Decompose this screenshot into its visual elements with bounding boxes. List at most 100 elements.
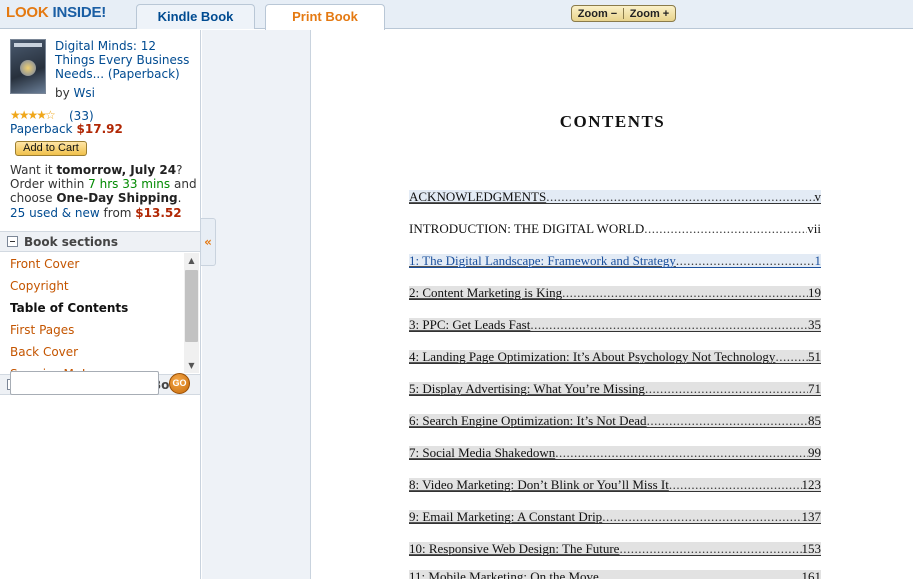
toc-entry-title: 11: Mobile Marketing: On the Move [409, 569, 599, 579]
toc-entry-page: 123 [801, 477, 822, 492]
toc-leader-dots [645, 382, 808, 396]
toc-row[interactable]: 9: Email Marketing: A Constant Drip 137 [409, 510, 821, 524]
book-sections-list: Front Cover Copyright Table of Contents … [0, 253, 184, 373]
add-to-cart-button[interactable]: Add to Cart [15, 141, 87, 156]
format-price: Paperback $17.92 [10, 122, 123, 136]
scroll-up-arrow-icon[interactable]: ▲ [184, 253, 199, 268]
toc-entry-page: 137 [801, 509, 822, 524]
toc-entry-page: 51 [808, 349, 821, 364]
book-sections-title: Book sections [24, 235, 118, 249]
author-link[interactable]: Wsi [74, 86, 95, 100]
logo-inside: INSIDE! [52, 4, 107, 21]
price: $17.92 [76, 122, 123, 136]
review-count-link[interactable]: (33) [69, 109, 94, 123]
toc-leader-dots [530, 318, 808, 332]
sections-scrollbar[interactable]: ▲ ▼ [184, 253, 199, 373]
toc-entry-title: INTRODUCTION: THE DIGITAL WORLD [409, 221, 645, 236]
toc-entry-page: 161 [801, 569, 822, 579]
toc-row[interactable]: 11: Mobile Marketing: On the Move 161 [409, 570, 821, 579]
section-first-pages[interactable]: First Pages [0, 319, 184, 341]
toc-row[interactable]: 8: Video Marketing: Don’t Blink or You’l… [409, 478, 821, 492]
toc-leader-dots [647, 414, 808, 428]
toc-leader-dots [602, 510, 801, 524]
search-inside-input[interactable] [10, 371, 159, 395]
toc-entry-page: 153 [801, 541, 822, 556]
tab-print-book[interactable]: Print Book [265, 4, 385, 30]
toc-leader-dots [676, 254, 815, 268]
toc-entry-page: 19 [808, 285, 821, 300]
toc-entry-page: v [814, 189, 822, 204]
toc-leader-dots [644, 222, 807, 236]
toc-entry-title: 8: Video Marketing: Don’t Blink or You’l… [409, 477, 669, 492]
viewer-gutter [202, 30, 311, 579]
book-title-link[interactable]: Digital Minds: 12 Things Every Business … [55, 39, 197, 81]
zoom-in-button[interactable]: Zoom + [624, 8, 675, 20]
used-new-offers: 25 used & new from $13.52 [10, 206, 182, 220]
collapse-minus-icon[interactable] [7, 236, 18, 247]
toc-row[interactable]: 1: The Digital Landscape: Framework and … [409, 254, 821, 268]
section-table-of-contents[interactable]: Table of Contents [0, 297, 184, 319]
collapse-sidebar-icon[interactable]: « [201, 218, 216, 266]
toc-entry-title: 1: The Digital Landscape: Framework and … [409, 253, 676, 268]
top-bar: LOOK INSIDE! Kindle Book Print Book Zoom… [0, 0, 913, 30]
book-cover-thumbnail[interactable] [10, 39, 46, 94]
section-front-cover[interactable]: Front Cover [0, 253, 184, 275]
toc-entry-page: 71 [808, 381, 821, 396]
byline: by Wsi [55, 86, 95, 100]
toc-entry-title: 3: PPC: Get Leads Fast [409, 317, 531, 332]
toc-leader-dots [555, 446, 808, 460]
toc-leader-dots [669, 478, 802, 492]
toc-entry-title: 5: Display Advertising: What You’re Miss… [409, 381, 645, 396]
contents-heading: CONTENTS [559, 112, 666, 131]
logo-look: LOOK [6, 4, 49, 21]
toc-entry-page: 85 [808, 413, 821, 428]
shipping-info: Want it tomorrow, July 24? Order within … [10, 163, 200, 205]
scroll-thumb[interactable] [185, 270, 198, 342]
toc-row[interactable]: 5: Display Advertising: What You’re Miss… [409, 382, 821, 396]
toc-entry-title: 9: Email Marketing: A Constant Drip [409, 509, 603, 524]
toc-leader-dots [619, 542, 801, 556]
toc-entry-title: 10: Responsive Web Design: The Future [409, 541, 620, 556]
toc-row[interactable]: 7: Social Media Shakedown 99 [409, 446, 821, 460]
toc-row[interactable]: 4: Landing Page Optimization: It’s About… [409, 350, 821, 364]
toc-entry-page: 99 [808, 445, 821, 460]
zoom-control: Zoom − Zoom + [571, 5, 676, 22]
section-back-cover[interactable]: Back Cover [0, 341, 184, 363]
toc-leader-dots [775, 350, 808, 364]
tab-kindle-book[interactable]: Kindle Book [136, 4, 255, 29]
ship-method: One-Day Shipping [56, 191, 178, 205]
toc-entry-page: 1 [814, 253, 822, 268]
toc-entry-title: 2: Content Marketing is King [409, 285, 563, 300]
format-link[interactable]: Paperback [10, 122, 73, 136]
toc-entry-title: ACKNOWLEDGMENTS [409, 189, 547, 204]
toc-row[interactable]: ACKNOWLEDGMENTS v [409, 190, 821, 204]
toc-entry-title: 6: Search Engine Optimization: It’s Not … [409, 413, 647, 428]
look-inside-logo: LOOK INSIDE! [6, 4, 106, 21]
cover-title-strip [14, 43, 42, 47]
ship-end: . [177, 191, 182, 205]
by-label: by [55, 86, 70, 100]
ship-date: tomorrow, July 24 [56, 163, 177, 177]
toc-row[interactable]: 10: Responsive Web Design: The Future 153 [409, 542, 821, 556]
star-rating-icon[interactable]: ★★★★☆ [10, 108, 56, 122]
ship-want: Want it [10, 163, 57, 177]
book-sections-header[interactable]: Book sections [0, 231, 200, 252]
used-from-label: from [99, 206, 136, 220]
toc-leader-dots [546, 190, 814, 204]
toc-entry-page: vii [807, 221, 821, 236]
toc-entry-title: 7: Social Media Shakedown [409, 445, 556, 460]
cover-graphic [20, 60, 36, 76]
section-copyright[interactable]: Copyright [0, 275, 184, 297]
scroll-down-arrow-icon[interactable]: ▼ [184, 358, 199, 373]
toc-entry-page: 35 [808, 317, 821, 332]
toc-row: INTRODUCTION: THE DIGITAL WORLD vii [409, 222, 821, 236]
used-new-link[interactable]: 25 used & new [10, 206, 100, 220]
toc-row[interactable]: 6: Search Engine Optimization: It’s Not … [409, 414, 821, 428]
go-button[interactable]: GO [169, 373, 190, 394]
book-page: CONTENTS ACKNOWLEDGMENTS v INTRODUCTION: … [312, 30, 913, 579]
sidebar: Digital Minds: 12 Things Every Business … [0, 30, 201, 579]
zoom-out-button[interactable]: Zoom − [572, 8, 623, 20]
toc-row[interactable]: 2: Content Marketing is King 19 [409, 286, 821, 300]
toc-leader-dots [599, 570, 802, 579]
toc-row[interactable]: 3: PPC: Get Leads Fast 35 [409, 318, 821, 332]
